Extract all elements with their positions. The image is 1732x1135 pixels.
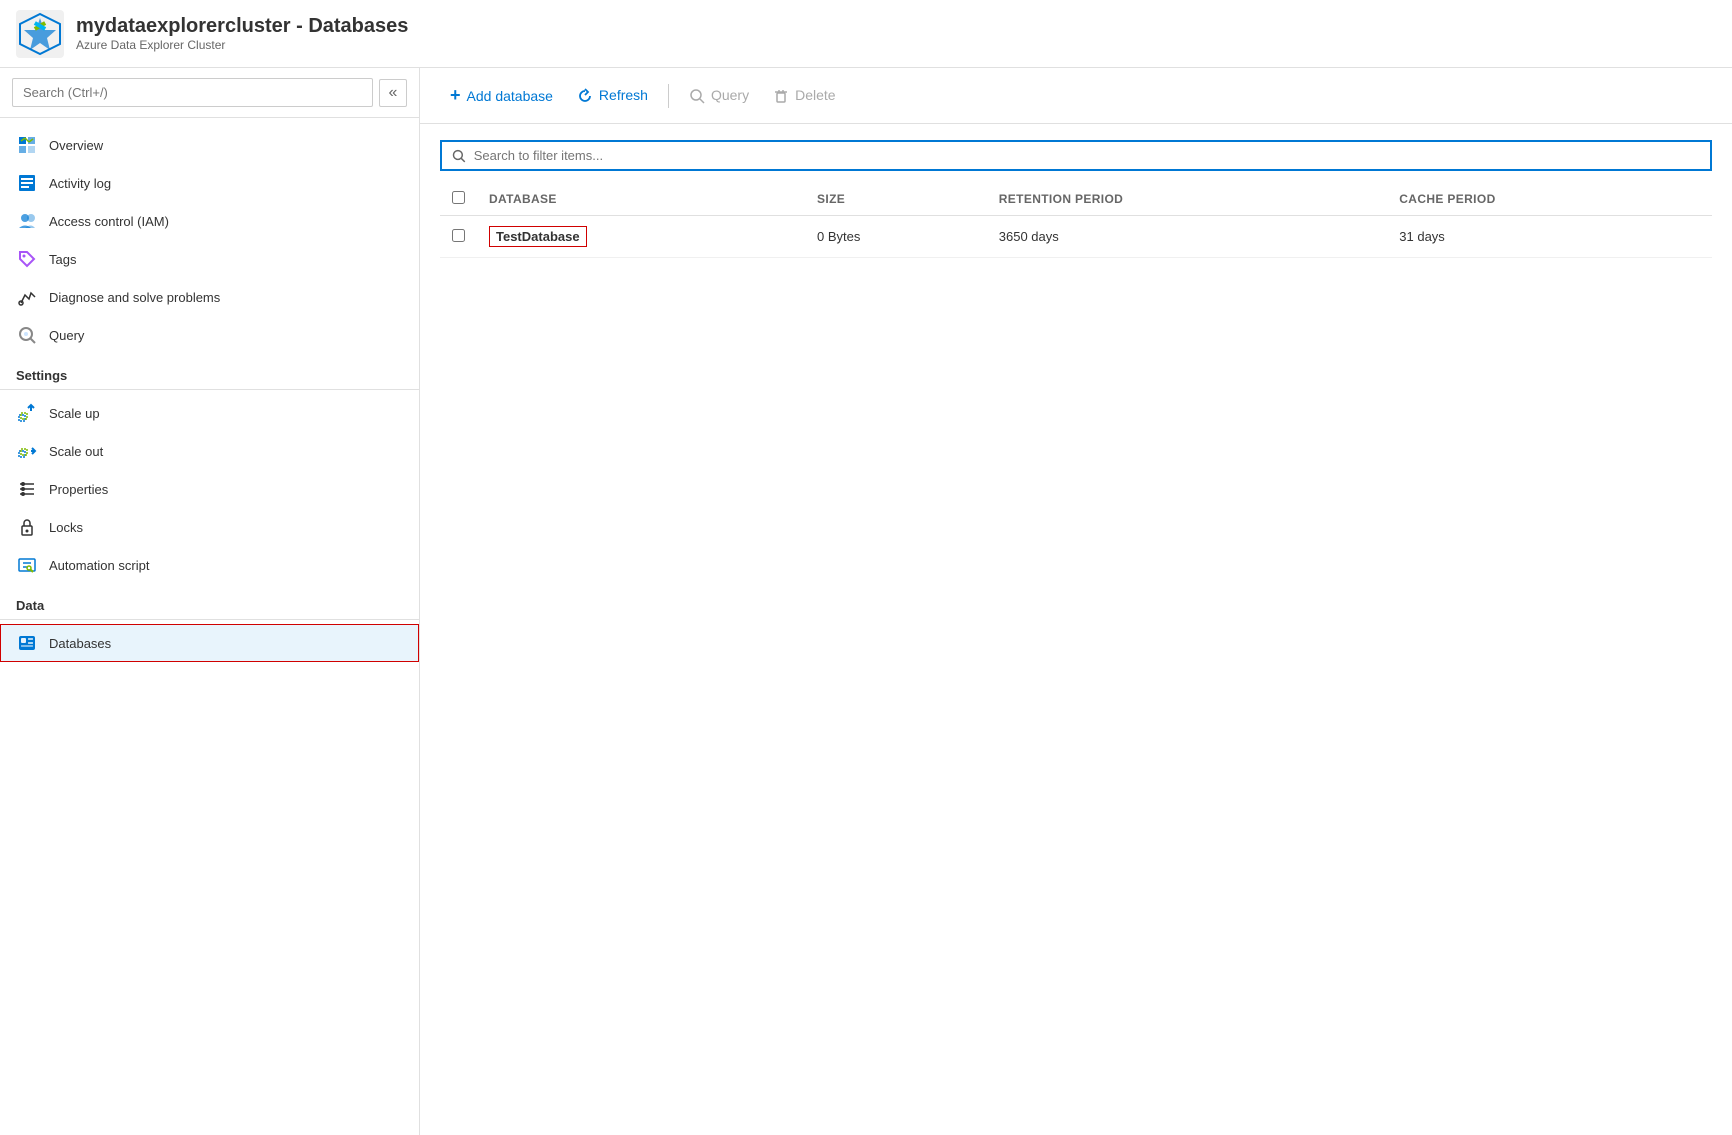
database-column-header: DATABASE [477,183,805,216]
delete-icon [773,87,789,104]
sidebar-nav: Overview Activity log [0,118,419,1135]
collapse-button[interactable]: « [379,79,407,107]
sidebar-item-activity-log-label: Activity log [49,176,111,191]
properties-icon [17,479,37,499]
sidebar-item-locks[interactable]: Locks [0,508,419,546]
select-all-header [440,183,477,216]
sidebar-item-query-label: Query [49,328,84,343]
table-body: TestDatabase 0 Bytes 3650 days 31 days [440,216,1712,258]
sidebar-item-locks-label: Locks [49,520,83,535]
sidebar-item-databases[interactable]: Databases [0,624,419,662]
sidebar-item-automation-script-label: Automation script [49,558,149,573]
sidebar-item-tags[interactable]: Tags [0,240,419,278]
add-database-icon: + [450,85,461,106]
content-area: DATABASE SIZE RETENTION PERIOD CACHE PER… [420,124,1732,1135]
query-toolbar-label: Query [711,87,749,103]
database-cache-cell: 31 days [1387,216,1712,258]
overview-icon [17,135,37,155]
databases-icon [17,633,37,653]
delete-button[interactable]: Delete [763,81,845,110]
select-all-checkbox[interactable] [452,191,465,204]
add-database-button[interactable]: + Add database [440,79,563,112]
sidebar-item-access-control-label: Access control (IAM) [49,214,169,229]
data-section-label: Data [0,584,419,620]
database-name-link[interactable]: TestDatabase [489,226,587,247]
size-column-header: SIZE [805,183,987,216]
header-title: mydataexplorercluster - Databases Azure … [76,15,408,52]
sidebar-search-container: « [0,68,419,118]
access-control-icon [17,211,37,231]
sidebar-item-activity-log[interactable]: Activity log [0,164,419,202]
sidebar-item-scale-out[interactable]: Scale out [0,432,419,470]
sidebar-item-scale-up[interactable]: Scale up [0,394,419,432]
query-toolbar-icon [689,87,705,104]
row-checkbox[interactable] [452,229,465,242]
database-retention-cell: 3650 days [987,216,1388,258]
search-bar [440,140,1712,171]
sidebar-item-overview-label: Overview [49,138,103,153]
delete-label: Delete [795,87,835,103]
refresh-button[interactable]: Refresh [567,81,658,110]
sidebar-item-overview[interactable]: Overview [0,126,419,164]
sidebar-item-databases-label: Databases [49,636,111,651]
refresh-icon [577,87,593,104]
sidebar-item-properties-label: Properties [49,482,108,497]
sidebar-item-query[interactable]: Query [0,316,419,354]
databases-table: DATABASE SIZE RETENTION PERIOD CACHE PER… [440,183,1712,258]
page-subtitle: Azure Data Explorer Cluster [76,38,408,52]
row-checkbox-cell [440,216,477,258]
table-row: TestDatabase 0 Bytes 3650 days 31 days [440,216,1712,258]
search-input[interactable] [12,78,373,107]
sidebar-item-access-control[interactable]: Access control (IAM) [0,202,419,240]
sidebar-item-diagnose-label: Diagnose and solve problems [49,290,220,305]
sidebar-item-automation-script[interactable]: Automation script [0,546,419,584]
sidebar: « Overview [0,68,420,1135]
scale-out-icon [17,441,37,461]
query-button[interactable]: Query [679,81,759,110]
app-logo [16,10,64,58]
activity-log-icon [17,173,37,193]
page-title: mydataexplorercluster - Databases [76,15,408,38]
add-database-label: Add database [467,88,553,104]
retention-column-header: RETENTION PERIOD [987,183,1388,216]
main-content: + Add database Refresh [420,68,1732,1135]
locks-icon [17,517,37,537]
automation-script-icon [17,555,37,575]
main-layout: « Overview [0,68,1732,1135]
search-icon [452,149,466,163]
cache-column-header: CACHE PERIOD [1387,183,1712,216]
toolbar: + Add database Refresh [420,68,1732,124]
sidebar-item-tags-label: Tags [49,252,76,267]
header: mydataexplorercluster - Databases Azure … [0,0,1732,68]
sidebar-item-scale-out-label: Scale out [49,444,103,459]
toolbar-divider [668,84,669,108]
sidebar-item-properties[interactable]: Properties [0,470,419,508]
refresh-label: Refresh [599,87,648,103]
filter-input[interactable] [474,148,1700,163]
settings-section-label: Settings [0,354,419,390]
query-icon [17,325,37,345]
tags-icon [17,249,37,269]
database-name-cell: TestDatabase [477,216,805,258]
scale-up-icon [17,403,37,423]
database-size-cell: 0 Bytes [805,216,987,258]
sidebar-item-diagnose[interactable]: Diagnose and solve problems [0,278,419,316]
table-header: DATABASE SIZE RETENTION PERIOD CACHE PER… [440,183,1712,216]
sidebar-item-scale-up-label: Scale up [49,406,100,421]
diagnose-icon [17,287,37,307]
